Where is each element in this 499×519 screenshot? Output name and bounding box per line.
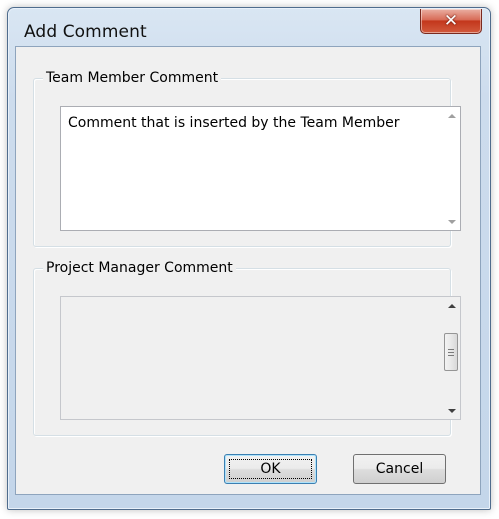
cancel-button-label: Cancel — [375, 461, 424, 477]
scroll-thumb[interactable] — [444, 333, 458, 371]
team-member-comment-text[interactable]: Comment that is inserted by the Team Mem… — [68, 114, 423, 132]
focus-rectangle — [229, 459, 312, 479]
ok-button[interactable]: OK — [224, 454, 317, 484]
team-member-comment-textbox[interactable]: Comment that is inserted by the Team Mem… — [60, 106, 461, 231]
scroll-up-arrow-icon[interactable] — [443, 107, 460, 124]
project-manager-comment-textbox — [60, 296, 461, 420]
project-manager-comment-label: Project Manager Comment — [43, 259, 236, 277]
team-member-comment-label: Team Member Comment — [43, 69, 222, 87]
scroll-down-arrow-icon[interactable] — [443, 402, 460, 419]
team-member-comment-scrollbar[interactable] — [443, 107, 460, 230]
close-icon: ✕ — [443, 10, 459, 31]
grip-line — [448, 352, 454, 353]
close-button[interactable]: ✕ — [420, 9, 482, 34]
dialog-title: Add Comment — [24, 22, 147, 42]
cancel-button[interactable]: Cancel — [353, 454, 446, 484]
project-manager-comment-scrollbar[interactable] — [443, 297, 460, 419]
grip-line — [448, 349, 454, 350]
scroll-down-arrow-icon[interactable] — [443, 213, 460, 230]
grip-line — [448, 355, 454, 356]
scroll-up-arrow-icon[interactable] — [443, 297, 460, 314]
